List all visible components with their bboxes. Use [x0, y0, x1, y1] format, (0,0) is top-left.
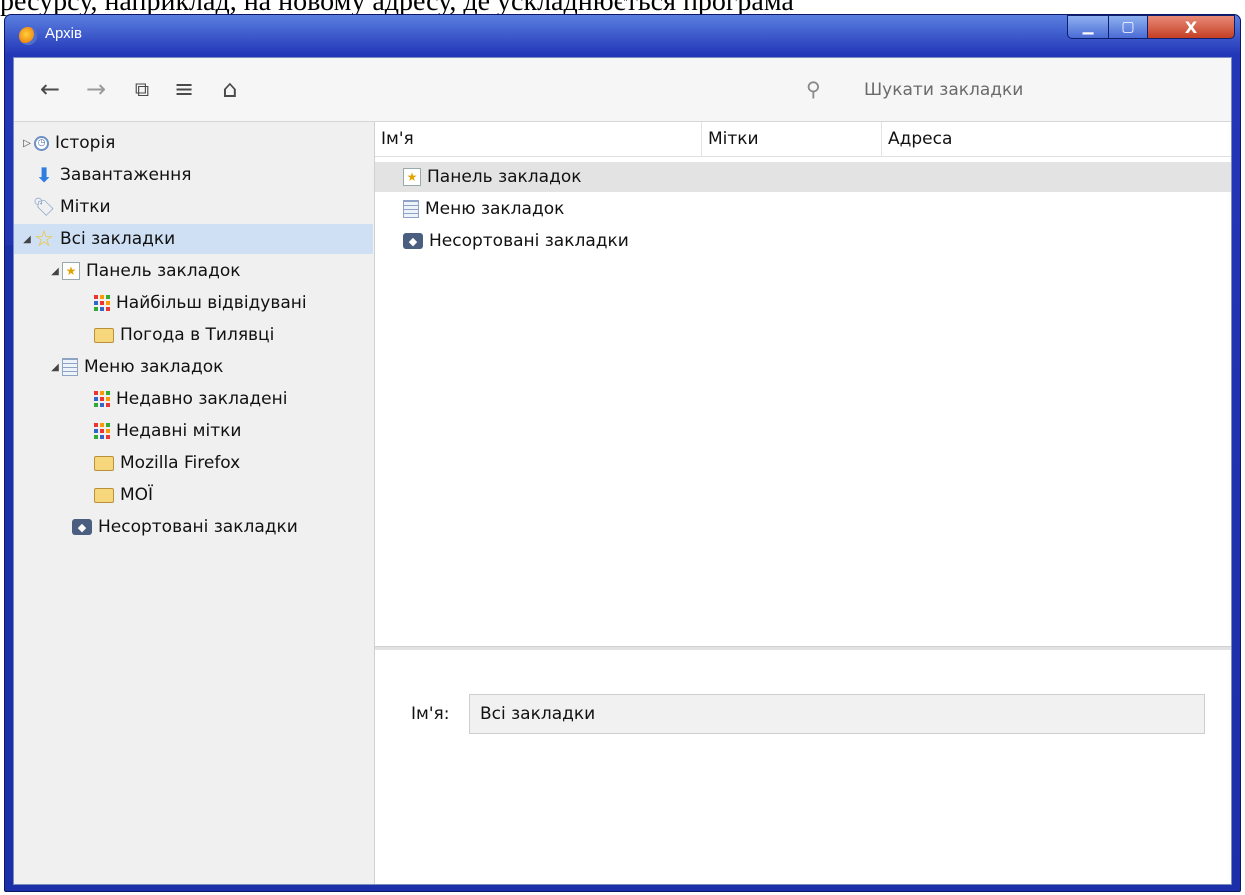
list-item-label: Меню закладок — [425, 199, 565, 219]
smart-folder-icon — [94, 423, 110, 439]
sidebar-item-label: Мітки — [60, 197, 111, 217]
column-name[interactable]: Ім'я — [375, 122, 701, 156]
sidebar-item-unsorted-bookmarks[interactable]: ◆ Несортовані закладки — [72, 512, 298, 542]
sidebar-item-label: Найбільш відвідувані — [116, 293, 307, 313]
search-input[interactable] — [862, 76, 1226, 104]
toolbar: ← → ⧉ ≡ ⌂ ⚲ — [14, 58, 1231, 122]
sidebar-item-label: Завантаження — [60, 165, 192, 185]
column-address[interactable]: Адреса — [881, 122, 1231, 156]
name-field[interactable] — [469, 694, 1205, 734]
back-arrow-icon: ← — [39, 75, 61, 103]
bookmarks-menu-icon — [62, 358, 78, 376]
sidebar-item-label: Mozilla Firefox — [120, 453, 241, 473]
sidebar-item-label: МОЇ — [120, 485, 154, 505]
sidebar-item-label: Історія — [55, 133, 116, 153]
window-title: Архів — [45, 25, 82, 42]
sidebar-tree: ▷ ◷ Історія ⬇ Завантаження 🏷 Мітки ◢ ☆ В… — [14, 122, 375, 884]
minimize-icon: ▁ — [1082, 19, 1094, 35]
sidebar-item-label: Несортовані закладки — [98, 517, 298, 537]
sidebar-item-tags[interactable]: 🏷 Мітки — [32, 192, 111, 222]
list-item[interactable]: ★ Панель закладок — [375, 162, 1231, 192]
content-pane: Ім'я Мітки Адреса ★ Панель закладок Меню… — [375, 122, 1231, 884]
close-button[interactable]: X — [1147, 15, 1235, 39]
sidebar-item-label: Погода в Тилявці — [120, 325, 275, 345]
collapse-twisty-icon[interactable]: ◢ — [48, 266, 62, 277]
name-field-label: Ім'я: — [411, 704, 450, 724]
sidebar-item-bookmarks-menu[interactable]: ◢ Меню закладок — [48, 352, 223, 382]
list-item[interactable]: Меню закладок — [375, 194, 1231, 224]
views-button[interactable]: ≡ — [168, 74, 200, 104]
column-tags[interactable]: Мітки — [701, 122, 881, 156]
search-box[interactable]: ⚲ — [802, 74, 1232, 104]
smart-folder-icon — [94, 295, 110, 311]
sidebar-item-all-bookmarks[interactable]: ◢ ☆ Всі закладки — [14, 224, 373, 254]
import-home-icon: ⌂ — [222, 75, 238, 103]
maximize-button[interactable]: ▢ — [1108, 15, 1148, 39]
firefox-logo-icon — [19, 27, 37, 45]
sidebar-item-downloads[interactable]: ⬇ Завантаження — [34, 160, 192, 190]
sidebar-item-most-visited[interactable]: Найбільш відвідувані — [94, 288, 307, 318]
bookmarks-toolbar-icon: ★ — [403, 168, 421, 186]
folder-icon — [94, 455, 114, 471]
sidebar-item-folder[interactable]: Mozilla Firefox — [94, 448, 240, 478]
tag-icon: 🏷 — [32, 196, 56, 218]
views-list-icon: ≡ — [173, 75, 195, 103]
sidebar-item-folder[interactable]: Погода в Тилявці — [94, 320, 274, 350]
maximize-icon: ▢ — [1121, 19, 1135, 35]
minimize-button[interactable]: ▁ — [1067, 15, 1109, 39]
client-area: ← → ⧉ ≡ ⌂ ⚲ ▷ ◷ Історія ⬇ Завантаження 🏷… — [13, 57, 1232, 885]
folder-icon — [94, 487, 114, 503]
collapse-twisty-icon[interactable]: ◢ — [48, 362, 62, 373]
sidebar-item-recent-tags[interactable]: Недавні мітки — [94, 416, 241, 446]
back-button[interactable]: ← — [34, 74, 66, 104]
sidebar-item-recently-bookmarked[interactable]: Недавно закладені — [94, 384, 287, 414]
collapse-twisty-icon[interactable]: ◢ — [20, 234, 34, 245]
download-icon: ⬇ — [35, 163, 53, 187]
frame-accent — [5, 245, 13, 885]
sidebar-item-folder[interactable]: МОЇ — [94, 480, 153, 510]
import-backup-button[interactable]: ⌂ — [214, 74, 246, 104]
search-icon: ⚲ — [806, 77, 821, 101]
title-bar[interactable]: Архів ▁ ▢ X — [5, 15, 1240, 59]
forward-button[interactable]: → — [80, 74, 112, 104]
library-window: Архів ▁ ▢ X ← → ⧉ ≡ ⌂ ⚲ ▷ ◷ Історія ⬇ За — [4, 14, 1241, 892]
list-item-label: Несортовані закладки — [429, 231, 629, 251]
folder-icon — [94, 327, 114, 343]
star-icon: ☆ — [34, 226, 54, 252]
unsorted-bookmarks-icon: ◆ — [72, 519, 92, 535]
smart-folder-icon — [94, 391, 110, 407]
sidebar-item-label: Меню закладок — [84, 357, 224, 377]
sidebar-item-bookmarks-toolbar[interactable]: ◢ ★ Панель закладок — [48, 256, 241, 286]
expand-twisty-icon[interactable]: ▷ — [20, 138, 34, 149]
sidebar-item-label: Панель закладок — [86, 261, 241, 281]
history-icon: ◷ — [34, 135, 49, 151]
list-item[interactable]: ◆ Несортовані закладки — [375, 226, 1231, 256]
bookmarks-toolbar-icon: ★ — [62, 262, 80, 280]
sidebar-item-label: Недавно закладені — [116, 389, 288, 409]
unsorted-bookmarks-icon: ◆ — [403, 233, 423, 249]
details-pane: Ім'я: — [375, 650, 1231, 884]
sidebar-item-label: Всі закладки — [60, 229, 176, 249]
column-header: Ім'я Мітки Адреса — [375, 122, 1231, 157]
close-icon: X — [1184, 17, 1198, 37]
sidebar-item-history[interactable]: ▷ ◷ Історія — [20, 128, 115, 158]
bookmarks-menu-icon — [403, 200, 419, 218]
sidebar-item-label: Недавні мітки — [116, 421, 242, 441]
forward-arrow-icon: → — [85, 75, 107, 103]
organize-button[interactable]: ⧉ — [126, 74, 158, 104]
list-item-label: Панель закладок — [427, 167, 582, 187]
organize-icon: ⧉ — [134, 77, 150, 101]
